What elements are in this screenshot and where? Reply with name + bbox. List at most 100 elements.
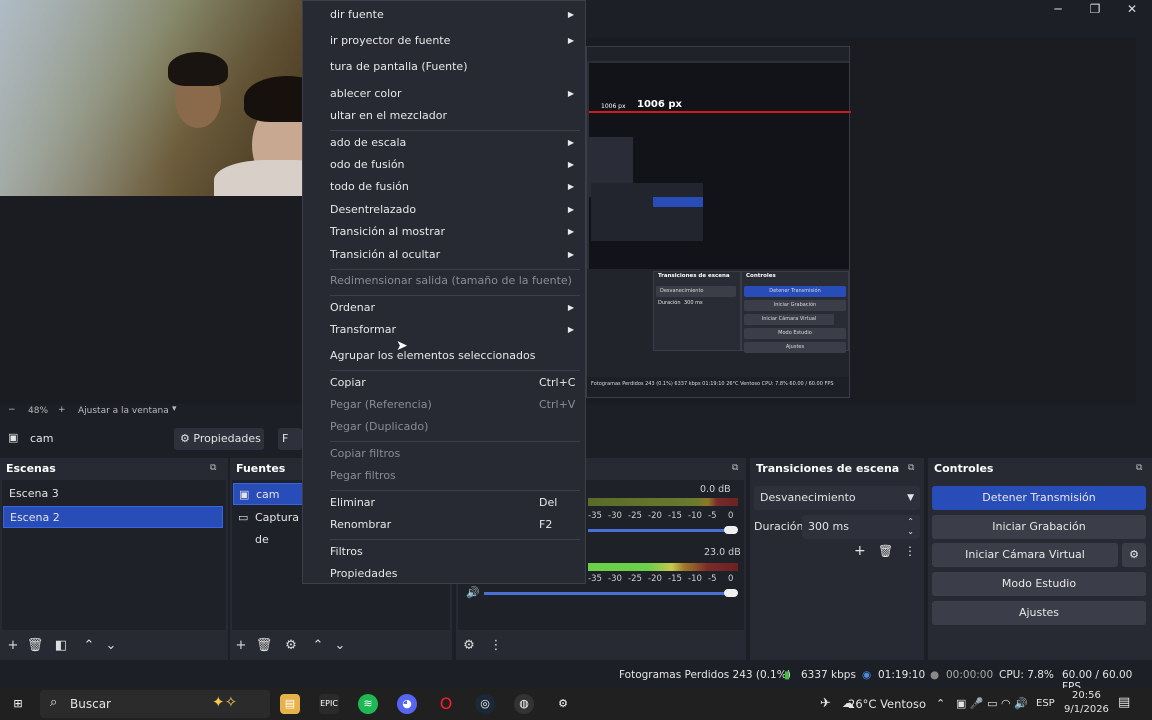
transition-select[interactable]: Desvanecimiento ▼: [754, 486, 920, 510]
notifications-icon[interactable]: ▤: [1118, 695, 1130, 710]
duration-input[interactable]: 300 ms ⌃ ⌄: [802, 515, 920, 539]
notification-plane-icon[interactable]: ✈: [820, 696, 831, 711]
menu-item-0[interactable]: dir fuente ▶: [330, 4, 580, 26]
windows-start-icon[interactable]: ⊞: [8, 694, 28, 714]
close-button[interactable]: ✕: [1114, 0, 1150, 18]
start-recording-button[interactable]: Iniciar Grabación: [932, 515, 1146, 539]
menu-item-6[interactable]: odo de fusión ▶: [330, 154, 580, 176]
language-indicator[interactable]: ESP: [1036, 698, 1055, 709]
menu-item-17: Pegar (Duplicado): [330, 416, 580, 438]
clock-time[interactable]: 20:56: [1072, 690, 1101, 701]
mixer-menu-icon[interactable]: ⋮: [487, 638, 505, 653]
zoom-in-button[interactable]: +: [58, 405, 66, 415]
scene-filters-icon[interactable]: ◧: [52, 638, 70, 653]
nested-controls-title: Controles: [746, 273, 776, 279]
remove-transition-icon[interactable]: 🗑: [878, 544, 893, 558]
menu-item-label: Desentrelazado: [330, 203, 417, 216]
maximize-button[interactable]: ❐: [1077, 0, 1113, 18]
spotify-icon[interactable]: ≋: [358, 694, 378, 714]
zoom-level: 48%: [28, 406, 49, 416]
nested-capture-preview: 1006 px 1006 px Transiciones de escena D…: [586, 46, 851, 398]
menu-item-label: odo de fusión: [330, 158, 405, 171]
nested-status-text: Fotogramas Perdidos 243 (0.1%) 6337 kbps…: [591, 381, 834, 387]
menu-item-8[interactable]: Desentrelazado ▶: [330, 199, 580, 221]
clock-date[interactable]: 9/1/2026: [1064, 704, 1109, 715]
channel-2-volume-knob[interactable]: [724, 589, 738, 597]
source-settings-icon[interactable]: ⚙: [282, 638, 300, 653]
controls-undock-icon[interactable]: ⧉: [1136, 463, 1142, 473]
tray-icons[interactable]: ▣ 🎤 ▭ ◠ 🔊: [956, 697, 1028, 710]
weather-text[interactable]: 26°C Ventoso: [848, 697, 926, 711]
chevron-right-icon: ▶: [567, 89, 574, 98]
zoom-dropdown-icon[interactable]: ▾: [172, 404, 177, 414]
move-scene-up-icon[interactable]: ⌃: [80, 638, 98, 653]
opera-gx-icon[interactable]: O: [436, 694, 456, 714]
steam-icon[interactable]: ◎: [475, 694, 495, 714]
epic-games-icon[interactable]: EPIC: [319, 694, 339, 714]
speaker-icon[interactable]: 🔊: [466, 586, 480, 599]
minimize-button[interactable]: ─: [1040, 0, 1076, 18]
channel-1-volume-slider[interactable]: [588, 529, 728, 532]
scenes-undock-icon[interactable]: ⧉: [210, 463, 216, 473]
start-virtual-camera-button[interactable]: Iniciar Cámara Virtual: [932, 543, 1118, 567]
add-source-icon[interactable]: +: [232, 638, 250, 653]
add-transition-icon[interactable]: +: [854, 543, 866, 559]
stop-streaming-button[interactable]: Detener Transmisión: [932, 486, 1146, 510]
bitrate: 6337 kbps: [801, 669, 856, 681]
fit-to-window-button[interactable]: Ajustar a la ventana: [78, 406, 169, 416]
menu-item-7[interactable]: todo de fusión ▶: [330, 176, 580, 198]
menu-item-5[interactable]: ado de escala ▶: [330, 132, 580, 154]
transition-menu-icon[interactable]: ⋮: [904, 544, 916, 558]
remove-scene-icon[interactable]: 🗑: [26, 638, 44, 653]
menu-item-12[interactable]: Ordenar ▶: [330, 297, 580, 319]
nested-dock: Transiciones de escena Desvanecimiento D…: [587, 269, 849, 377]
menu-item-13[interactable]: Transformar ▶: [330, 319, 580, 341]
scene-item-escena-2[interactable]: Escena 2: [3, 506, 223, 528]
duration-label: Duración: [754, 520, 804, 533]
transitions-undock-icon[interactable]: ⧉: [908, 463, 914, 473]
menu-item-label: Copiar: [330, 376, 366, 389]
menu-item-9[interactable]: Transición al mostrar ▶: [330, 221, 580, 243]
source-item-capture[interactable]: ▭ Captura de: [233, 507, 303, 546]
vu-tick-label: -30: [608, 574, 622, 584]
filters-button[interactable]: F: [278, 428, 302, 450]
studio-mode-button[interactable]: Modo Estudio: [932, 572, 1146, 596]
nested-record-button: Iniciar Grabación: [744, 300, 846, 311]
settings-button[interactable]: Ajustes: [932, 601, 1146, 625]
move-source-down-icon[interactable]: ⌄: [331, 638, 349, 653]
move-scene-down-icon[interactable]: ⌄: [102, 638, 120, 653]
channel-2-volume-slider[interactable]: [484, 592, 728, 595]
obs-icon[interactable]: ◍: [514, 694, 534, 714]
mixer-undock-icon[interactable]: ⧉: [732, 463, 738, 473]
zoom-out-button[interactable]: −: [8, 405, 16, 415]
menu-item-10[interactable]: Transición al ocultar ▶: [330, 244, 580, 266]
menu-item-1[interactable]: ir proyector de fuente ▶: [330, 30, 580, 52]
properties-button[interactable]: ⚙ Propiedades: [174, 428, 264, 450]
file-explorer-icon[interactable]: ▤: [280, 694, 300, 714]
nested-duration-value: 300 ms: [684, 300, 703, 306]
controls-title: Controles: [934, 462, 994, 475]
search-box[interactable]: ⌕ Buscar ✦✧: [40, 690, 270, 718]
nested-transition-select: Desvanecimiento: [656, 286, 736, 297]
vu-tick-label: -20: [648, 574, 662, 584]
virtual-camera-settings-button[interactable]: ⚙: [1122, 543, 1146, 567]
menu-item-2[interactable]: tura de pantalla (Fuente): [330, 56, 580, 78]
remove-source-icon[interactable]: 🗑: [255, 638, 273, 653]
menu-item-14[interactable]: Agrupar los elementos seleccionados: [330, 345, 580, 367]
menu-item-label: tura de pantalla (Fuente): [330, 60, 468, 73]
add-scene-icon[interactable]: +: [4, 638, 22, 653]
menu-item-23[interactable]: Propiedades: [330, 563, 580, 585]
menu-item-4[interactable]: ultar en el mezclador: [330, 105, 580, 127]
channel-1-volume-knob[interactable]: [724, 526, 738, 534]
advanced-audio-icon[interactable]: ⚙: [460, 638, 478, 653]
source-item-cam[interactable]: ▣ cam: [233, 483, 303, 505]
app-icon[interactable]: ⚙: [553, 694, 573, 714]
stepper-down-icon[interactable]: ⌄: [907, 520, 914, 544]
menu-item-3[interactable]: ablecer color ▶: [330, 83, 580, 105]
scene-item-escena-3[interactable]: Escena 3: [3, 483, 223, 505]
tray-chevron-icon[interactable]: ⌃: [936, 697, 945, 710]
menu-item-22[interactable]: Filtros: [330, 541, 580, 563]
menu-item-label: Pegar (Referencia): [330, 398, 432, 411]
discord-icon[interactable]: ◕: [397, 694, 417, 714]
move-source-up-icon[interactable]: ⌃: [309, 638, 327, 653]
